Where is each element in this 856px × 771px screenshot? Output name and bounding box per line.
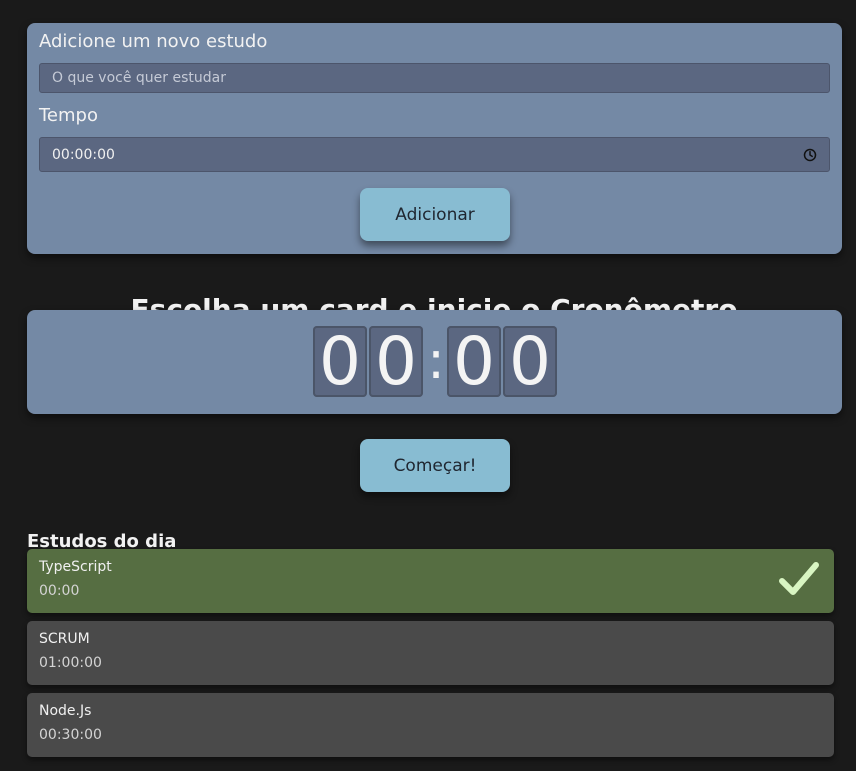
stopwatch-display: 0 0 : 0 0	[313, 326, 559, 397]
study-item-time: 00:30:00	[39, 727, 102, 743]
study-list: TypeScript 00:00 SCRUM 01:00:00 Node.Js …	[27, 549, 834, 765]
second-ones-digit: 0	[503, 326, 557, 397]
study-item-time: 01:00:00	[39, 655, 102, 671]
start-timer-button[interactable]: Começar!	[360, 439, 510, 492]
study-item-nodejs[interactable]: Node.Js 00:30:00	[27, 693, 834, 757]
study-item-name: Node.Js	[39, 703, 92, 719]
study-label: Adicione um novo estudo	[39, 31, 268, 52]
second-tens-digit: 0	[447, 326, 501, 397]
time-label: Tempo	[39, 105, 98, 126]
time-input[interactable]: 00:00:00	[39, 137, 830, 172]
minute-tens-digit: 0	[313, 326, 367, 397]
new-study-form: Adicione um novo estudo Tempo 00:00:00 A…	[27, 23, 842, 254]
minute-ones-digit: 0	[369, 326, 423, 397]
time-separator: :	[427, 331, 445, 391]
study-item-time: 00:00	[39, 583, 80, 599]
add-study-button[interactable]: Adicionar	[360, 188, 510, 241]
study-name-input[interactable]	[39, 63, 830, 93]
check-icon	[779, 562, 819, 595]
clock-icon[interactable]	[803, 148, 817, 162]
study-item-name: TypeScript	[39, 559, 112, 575]
study-item-name: SCRUM	[39, 631, 90, 647]
study-item-typescript[interactable]: TypeScript 00:00	[27, 549, 834, 613]
time-input-value: 00:00:00	[52, 146, 115, 163]
stopwatch-panel: 0 0 : 0 0	[27, 310, 842, 414]
study-item-scrum[interactable]: SCRUM 01:00:00	[27, 621, 834, 685]
